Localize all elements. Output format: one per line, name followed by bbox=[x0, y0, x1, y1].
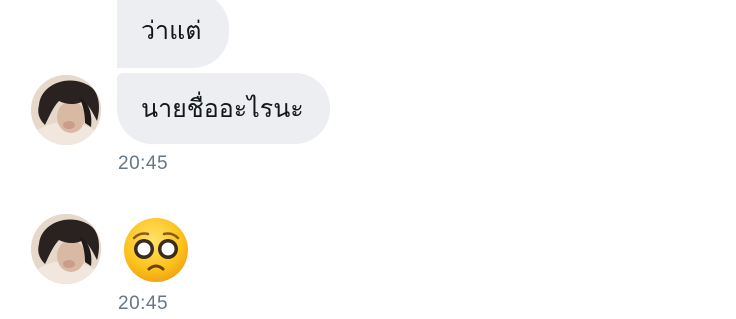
pleading-face-emoji[interactable] bbox=[122, 216, 190, 284]
message-timestamp: 20:45 bbox=[118, 293, 169, 314]
message-bubble[interactable]: ว่าแต่ bbox=[117, 0, 230, 68]
sender-avatar[interactable] bbox=[31, 214, 101, 284]
message-timestamp: 20:45 bbox=[118, 153, 169, 174]
sender-avatar[interactable] bbox=[31, 75, 101, 145]
avatar-photo bbox=[31, 214, 101, 284]
pleading-face-icon bbox=[124, 218, 188, 282]
message-bubble[interactable]: นายชื่ออะไรนะ bbox=[117, 73, 330, 144]
message-text: ว่าแต่ bbox=[141, 15, 202, 45]
avatar-photo bbox=[31, 75, 101, 145]
message-text: นายชื่ออะไรนะ bbox=[141, 94, 304, 123]
